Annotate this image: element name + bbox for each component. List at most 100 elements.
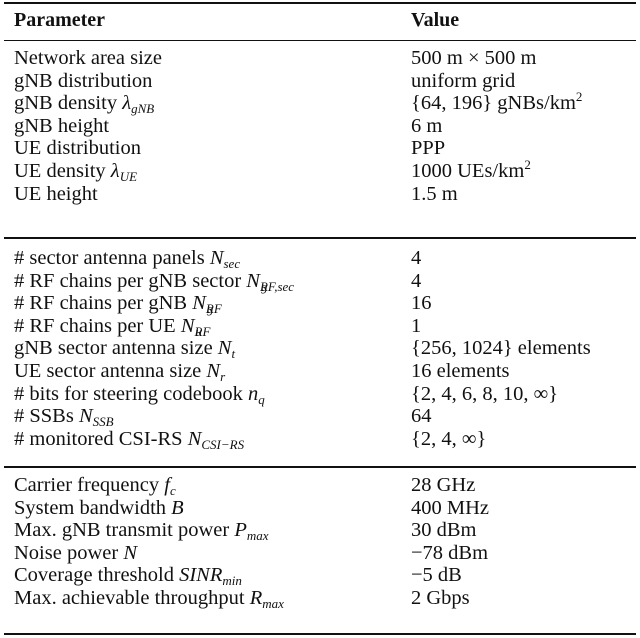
value-cell: 64 — [411, 405, 432, 428]
value-text: 400 MHz — [411, 496, 490, 519]
table-row: # SSBs NSSB 64 — [0, 405, 640, 428]
parameter-cell: Noise power N — [14, 542, 137, 565]
value-cell: 1000 UEs/km2 — [411, 158, 531, 183]
value-cell: {64, 196} gNBs/km2 — [411, 89, 583, 115]
table-row: # RF chains per gNB sector Ng RF,sec 4 — [0, 270, 640, 293]
parameter-symbol: N — [217, 337, 232, 360]
parameter-label: UE sector antenna size — [14, 360, 207, 382]
table-row: gNB sector antenna size Nt {256, 1024} el… — [0, 337, 640, 360]
top-rule — [4, 2, 636, 4]
parameter-label: UE height — [14, 182, 98, 205]
value-cell: 16 — [411, 292, 432, 315]
parameter-symbol: P — [234, 519, 247, 542]
value-text: −78 dBm — [411, 541, 489, 564]
parameter-label: Carrier frequency — [14, 474, 165, 496]
table-row: UE sector antenna size Nr 16 elements — [0, 360, 640, 383]
value-text: −5 dB — [411, 564, 462, 587]
section-rule — [4, 237, 636, 239]
parameter-cell: gNB density λgNB — [14, 92, 154, 115]
value-cell: {256, 1024} elements — [411, 337, 591, 360]
parameter-symbol: n — [248, 382, 259, 405]
value-cell: 4 — [411, 270, 421, 293]
parameter-label: # RF chains per UE — [14, 314, 181, 337]
table-row: # sector antenna panels Nsec 4 — [0, 247, 640, 270]
bottom-rule — [4, 633, 636, 635]
parameter-symbol: N — [123, 541, 137, 564]
parameter-label: Max. gNB transmit power — [14, 519, 235, 542]
table-row: Network area size 500 m × 500 m — [0, 47, 640, 70]
parameter-cell: gNB height — [14, 115, 109, 138]
table-row: # RF chains per gNB Ng RF 16 — [0, 292, 640, 315]
parameter-symbol: N — [206, 360, 221, 382]
parameter-cell: UE density λUE — [14, 160, 137, 183]
parameter-cell: gNB distribution — [14, 70, 152, 93]
value-text: PPP — [411, 137, 446, 160]
value-text: 6 m — [411, 114, 443, 137]
table-row: gNB density λgNB {64, 196} gNBs/km2 — [0, 89, 640, 115]
value-text: 1 — [411, 314, 422, 337]
table-row: UE height 1.5 m — [0, 183, 640, 206]
value-text: 30 dBm — [411, 519, 477, 542]
parameter-symbol: N — [78, 405, 93, 428]
symbol-subscript: max — [262, 596, 284, 611]
parameter-label: Noise power — [14, 541, 124, 564]
value-text: 16 elements — [411, 360, 510, 382]
parameter-label: UE distribution — [14, 137, 141, 160]
value-text: {256, 1024} elements — [411, 337, 591, 360]
table-row: Max. achievable throughput Rmax 2 Gbps — [0, 587, 640, 610]
header-row: Parameter Value — [0, 9, 640, 32]
parameter-label: # SSBs — [14, 405, 79, 428]
table-row: System bandwidth B 400 MHz — [0, 497, 640, 520]
value-cell: 400 MHz — [411, 497, 489, 520]
parameter-symbol: N — [192, 292, 206, 315]
header-value: Value — [411, 9, 460, 31]
parameter-cell: Coverage threshold SINRmin — [14, 564, 242, 587]
parameter-label: gNB sector antenna size — [14, 337, 218, 360]
table-row: UE density λUE 1000 UEs/km2 — [0, 158, 640, 183]
parameter-cell: UE height — [14, 183, 98, 206]
parameter-cell: UE distribution — [14, 137, 141, 160]
value-text: 1.5 m — [411, 182, 458, 205]
table-row: Coverage threshold SINRmin −5 dB — [0, 564, 640, 587]
parameter-cell: Carrier frequency fc — [14, 474, 176, 497]
value-text: 28 GHz — [411, 474, 476, 496]
parameter-cell: System bandwidth B — [14, 497, 184, 520]
table-row: Max. gNB transmit power Pmax 30 dBm — [0, 519, 640, 542]
parameter-label: UE density — [14, 160, 111, 182]
parameter-symbol: N — [246, 269, 260, 292]
value-cell: 4 — [411, 247, 421, 270]
parameter-cell: Max. achievable throughput Rmax — [14, 587, 284, 610]
value-cell: 16 elements — [411, 360, 510, 383]
table-row: Noise power N −78 dBm — [0, 542, 640, 565]
value-text: {2, 4, ∞} — [411, 427, 487, 450]
parameter-label: # RF chains per gNB — [14, 292, 193, 315]
parameter-cell: # monitored CSI-RS NCSI−RS — [14, 428, 244, 451]
parameter-label: # monitored CSI-RS — [14, 427, 188, 450]
parameter-label: Network area size — [14, 47, 162, 69]
value-cell: 30 dBm — [411, 519, 477, 542]
symbol-subscript: CSI−RS — [201, 436, 245, 452]
parameter-cell: Network area size — [14, 47, 162, 70]
parameter-label: System bandwidth — [14, 496, 172, 519]
parameter-label: gNB distribution — [14, 69, 153, 92]
parameter-cell: # RF chains per gNB sector Ng RF,sec — [14, 269, 295, 294]
parameter-label: Max. achievable throughput — [14, 587, 250, 609]
parameter-symbol: R — [249, 587, 263, 609]
value-text: 16 — [411, 292, 432, 315]
parameter-symbol: SINR — [179, 564, 223, 587]
value-text: 500 m × 500 m — [411, 47, 537, 69]
value-text: 4 — [411, 247, 422, 269]
value-cell: 6 m — [411, 115, 442, 138]
value-text: {64, 196} gNBs/km — [411, 92, 576, 115]
value-text: uniform grid — [411, 69, 516, 92]
value-superscript: 2 — [575, 89, 583, 105]
parameter-cell: # RF chains per gNB Ng RF — [14, 292, 222, 317]
parameter-symbol: λ — [110, 160, 120, 182]
parameter-cell: gNB sector antenna size Nt — [14, 337, 235, 360]
value-cell: 28 GHz — [411, 474, 475, 497]
table-row: # monitored CSI-RS NCSI−RS {2, 4, ∞} — [0, 428, 640, 451]
value-cell: uniform grid — [411, 70, 515, 93]
value-text: 1000 UEs/km — [411, 160, 525, 182]
parameter-cell: # sector antenna panels Nsec — [14, 247, 240, 270]
parameter-cell: # SSBs NSSB — [14, 405, 114, 428]
